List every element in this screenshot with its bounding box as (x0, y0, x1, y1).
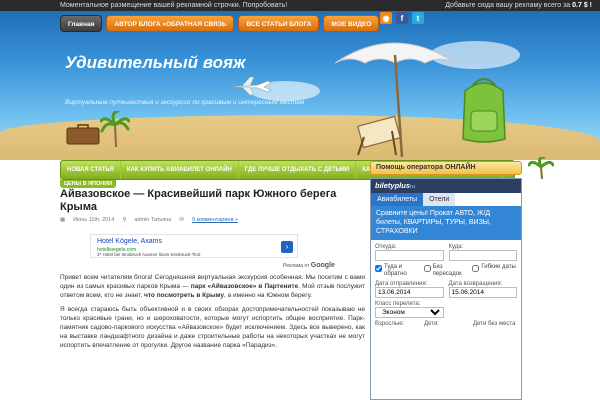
category-buy-tickets[interactable]: КАК КУПИТЬ АВИАБИЛЕТ ОНЛАЙН (121, 161, 239, 179)
calendar-icon: ▦ (60, 217, 66, 223)
site-tagline: Виртуальные путешествия и экскурсии по к… (65, 99, 305, 106)
post-body: Привет всем читателям блога! Сегодняшняя… (60, 273, 365, 350)
comment-icon: ✉ (179, 217, 184, 223)
flexible-dates-checkbox[interactable] (472, 265, 480, 272)
ad-text: Добавьте сюда вашу рекламу всего за (445, 2, 571, 9)
suitcase-icon (66, 124, 100, 145)
paragraph: Я всегда стараюсь быть объективной и в с… (60, 306, 365, 349)
brand-name: biletyplus (375, 181, 411, 190)
google-ad[interactable]: Hotel Kögele, Axams hotelkoegele.com 3* … (90, 234, 298, 258)
nav-item-author[interactable]: АВТОР БЛОГА «ОБРАТНАЯ СВЯЗЬ (106, 15, 235, 32)
ad-arrow-icon[interactable]: › (281, 241, 293, 253)
direct-flights-label: Без пересадок (432, 264, 462, 277)
category-new-article[interactable]: НОВАЯ СТАТЬЯ (61, 161, 121, 179)
backpack-icon (462, 78, 506, 143)
nav-item-video[interactable]: МОЕ ВИДЕО (323, 15, 380, 32)
promo-ticker-link[interactable]: Моментальное размещение вашей рекламной … (60, 0, 287, 11)
tab-hotels[interactable]: Отели (423, 193, 456, 206)
widget-tabs: Авиабилеты Отели (371, 193, 521, 206)
nav-item-home[interactable]: Главная (60, 15, 103, 32)
social-icons: ◉ f t (380, 12, 424, 24)
flexible-dates-label: Гибкие даты (481, 264, 516, 270)
post-author: admin Татьяна (134, 217, 172, 223)
adults-label: Взрослые: (375, 321, 405, 327)
post-meta: ▦ Июнь 11th, 2014 ⚲ admin Татьяна ✉ 9 ко… (60, 217, 365, 223)
category-japan-prices[interactable]: ЦЕНЫ В ЯПОНИИ (60, 180, 117, 188)
ad-price: 0.7 $ ! (572, 2, 592, 9)
from-input[interactable] (375, 250, 444, 261)
ad-price-text[interactable]: Добавьте сюда вашу рекламу всего за 0.7 … (445, 0, 592, 11)
google-logo: Google (310, 262, 335, 269)
class-select[interactable]: Эконом (375, 307, 444, 318)
author-icon: ⚲ (122, 217, 127, 223)
depart-date-input[interactable] (375, 287, 444, 298)
post-date: Июнь 11th, 2014 (73, 217, 115, 223)
return-date-input[interactable] (448, 287, 517, 298)
highlight-text: что посмотреть в Крыму (144, 292, 224, 299)
help-widget-title: Помощь оператора ОНЛАЙН (370, 161, 522, 175)
palm-tree-icon (528, 157, 554, 179)
round-trip-checkbox[interactable] (375, 265, 382, 272)
facebook-icon[interactable]: f (396, 12, 408, 24)
comments-link[interactable]: 9 комментариев » (192, 217, 238, 223)
search-form: Откуда: Куда: Туда и обратно Без пересад… (371, 240, 521, 334)
round-trip-label: Туда и обратно (384, 264, 407, 277)
category-kids-travel[interactable]: ГДЕ ЛУЧШЕ ОТДЫХАТЬ С ДЕТЬМИ (239, 161, 357, 179)
beach-umbrella-icon (334, 42, 456, 158)
direct-flights-checkbox[interactable] (423, 265, 431, 272)
post-title[interactable]: Айвазовское — Красивейший парк Южного бе… (60, 188, 365, 214)
main-content: Айвазовское — Красивейший парк Южного бе… (60, 188, 365, 400)
site-header: Главная АВТОР БЛОГА «ОБРАТНАЯ СВЯЗЬ ВСЕ … (0, 11, 600, 160)
rss-icon[interactable]: ◉ (380, 12, 392, 24)
paragraph-text: , а именно на Южном берегу. (223, 292, 312, 299)
ticket-search-widget: biletyplusru Авиабилеты Отели Сравните ц… (370, 178, 522, 400)
widget-brand[interactable]: biletyplusru (371, 179, 521, 193)
highlight-text: парк «Айвазовское» в Партените (190, 283, 299, 290)
ad-title[interactable]: Hotel Kögele, Axams (97, 238, 162, 245)
ad-label: Реклама от (283, 263, 310, 269)
promo-banner[interactable]: Сравните цены! Прокат АВТО, Ж/Д билеты, … (371, 206, 521, 240)
twitter-icon[interactable]: t (412, 12, 424, 24)
ad-description: 3* Hotel bei Innsbruck Axamer lizum-Inns… (97, 252, 201, 257)
site-title[interactable]: Удивительный вояж (65, 53, 246, 72)
search-options: Туда и обратно Без пересадок Гибкие даты (375, 264, 517, 278)
to-input[interactable] (448, 250, 517, 261)
top-bar: Моментальное размещение вашей рекламной … (0, 0, 600, 11)
main-nav: Главная АВТОР БЛОГА «ОБРАТНАЯ СВЯЗЬ ВСЕ … (60, 15, 380, 32)
airplane-icon (229, 76, 272, 96)
sidebar: Помощь оператора ОНЛАЙН biletyplusru Ави… (370, 157, 554, 400)
brand-suffix: ru (410, 184, 416, 190)
infants-label: Дети без места (473, 321, 516, 327)
tab-flights[interactable]: Авиабилеты (371, 193, 424, 206)
paragraph: Привет всем читателям блога! Сегодняшняя… (60, 273, 365, 300)
children-label: Дети: (424, 321, 439, 327)
ad-attribution: Реклама от Google (283, 262, 365, 269)
nav-item-all-articles[interactable]: ВСЕ СТАТЬИ БЛОГА (238, 15, 320, 32)
palm-tree-icon (100, 111, 130, 147)
